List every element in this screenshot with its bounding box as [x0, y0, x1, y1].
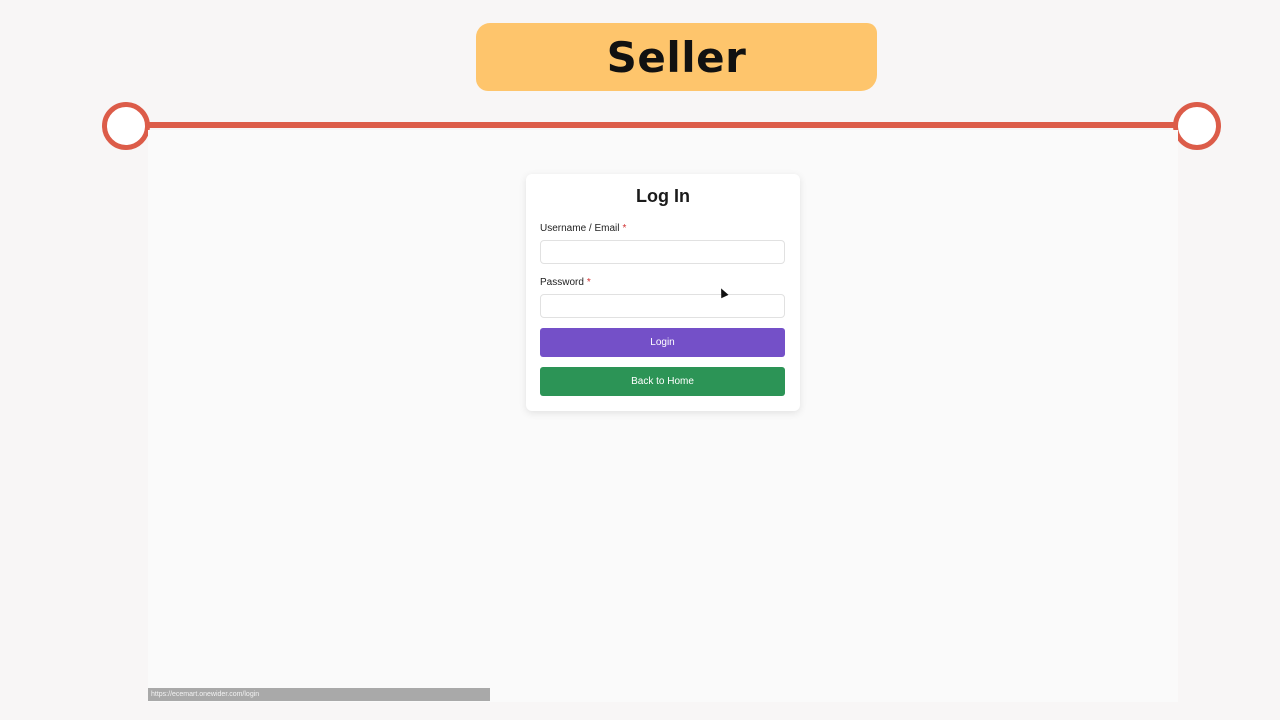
login-heading: Log In — [636, 186, 690, 206]
required-marker: * — [586, 277, 591, 288]
username-label: Username / Email * — [540, 223, 626, 234]
password-label: Password * — [540, 277, 591, 288]
timeline-node-left — [102, 102, 150, 150]
title-banner: Seller — [476, 23, 877, 91]
login-button[interactable]: Login — [540, 328, 785, 357]
required-marker: * — [622, 223, 627, 234]
timeline-node-right — [1173, 102, 1221, 150]
timeline-line — [125, 122, 1198, 128]
browser-viewport: Log In Username / Email * Password * Login… — [148, 130, 1178, 702]
slide-title: Seller — [606, 32, 747, 82]
slide: Seller Log In Username / Email * Password… — [0, 0, 1280, 720]
username-label-text: Username / Email — [540, 223, 620, 234]
login-card: Log In Username / Email * Password * Login… — [526, 174, 800, 411]
username-input[interactable] — [540, 240, 785, 264]
status-bar-url: https://ecemart.onewider.com/login — [148, 688, 490, 701]
password-input[interactable] — [540, 294, 785, 318]
back-to-home-button[interactable]: Back to Home — [540, 367, 785, 396]
password-label-text: Password — [540, 277, 584, 288]
